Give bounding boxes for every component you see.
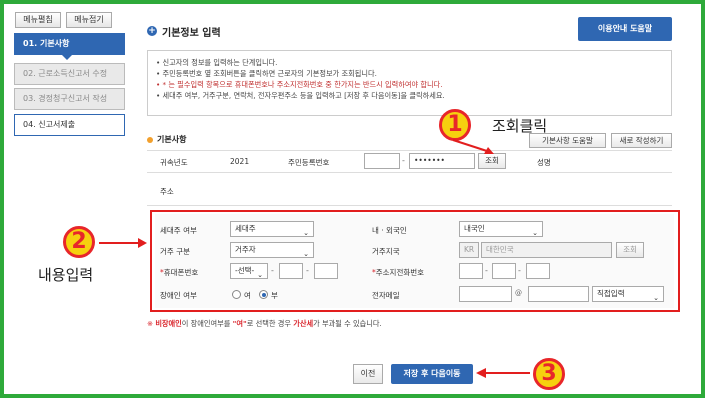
annotation-content-input: 내용입력 xyxy=(38,266,94,284)
mobile-label: *휴대폰번호 xyxy=(160,268,199,277)
mobile-dash: - xyxy=(306,266,309,275)
annotation-arrow-3 xyxy=(476,368,530,378)
annotation-step-2: 2 xyxy=(63,226,95,258)
section-subtitle: 기본사항 xyxy=(157,135,187,144)
email-domain-input[interactable] xyxy=(528,286,589,302)
disabled-no-radio[interactable] xyxy=(259,290,268,299)
ssn-label: 주민등록번호 xyxy=(288,158,330,167)
mobile-dash: - xyxy=(271,266,274,275)
page-title: 기본정보 입력 xyxy=(162,28,221,39)
ssn-dash: - xyxy=(402,156,405,165)
country-label: 거주지국 xyxy=(372,247,400,256)
chevron-down-icon: ⌄ xyxy=(653,294,659,302)
householder-label: 세대주 여부 xyxy=(160,226,197,235)
warning-note: ※ 비장애인이 장애인여부를 "여"로 선택한 경우 가산세가 부과될 수 있습… xyxy=(147,319,382,328)
phone-label: *주소지전화번호 xyxy=(372,268,425,277)
row-divider xyxy=(147,150,672,151)
nav-item-submit[interactable]: 04. 신고서제출 xyxy=(14,114,125,136)
nationality-label: 내 · 외국인 xyxy=(372,226,407,235)
chevron-down-icon: ⌄ xyxy=(257,271,263,279)
year-value: 2021 xyxy=(230,157,250,166)
phone-dash: - xyxy=(518,266,521,275)
email-label: 전자메일 xyxy=(372,291,400,300)
name-label: 성명 xyxy=(537,158,551,167)
nav-item-basic[interactable]: 01. 기본사항 xyxy=(14,33,125,55)
disabled-yes-radio[interactable] xyxy=(232,290,241,299)
phone-mid-input[interactable] xyxy=(492,263,516,279)
email-at: @ xyxy=(515,289,522,297)
bullet-icon xyxy=(147,137,153,143)
email-id-input[interactable] xyxy=(459,286,512,302)
disabled-no-label: 부 xyxy=(271,291,278,300)
annotation-step-3: 3 xyxy=(533,358,565,390)
year-label: 귀속년도 xyxy=(160,158,188,167)
country-name-input: 대한민국 xyxy=(481,242,612,258)
info-line: • 주민등록번호 옆 조회버튼을 클릭하면 근로자의 기본정보가 조회됩니다. xyxy=(156,69,377,78)
address-label: 주소 xyxy=(160,187,174,196)
info-line: • 세대주 여부, 거주구분, 연락처, 전자우편주소 등을 입력하고 [저장 … xyxy=(156,91,445,100)
menu-collapse-button[interactable]: 메뉴접기 xyxy=(66,12,112,28)
residence-label: 거주 구분 xyxy=(160,247,190,256)
chevron-down-icon: ⌄ xyxy=(303,250,309,258)
country-code-input: KR xyxy=(459,242,479,258)
householder-select[interactable]: 세대주 ⌄ xyxy=(230,221,314,237)
mobile-prefix-select[interactable]: -선택- ⌄ xyxy=(230,263,268,279)
residence-select[interactable]: 거주자 ⌄ xyxy=(230,242,314,258)
active-caret-icon xyxy=(62,55,72,60)
plus-circle-icon: + xyxy=(147,26,157,36)
usage-help-button[interactable]: 이용안내 도움말 xyxy=(578,17,672,41)
save-next-button[interactable]: 저장 후 다음이동 xyxy=(391,364,473,384)
row-divider xyxy=(147,172,672,173)
disabled-yes-label: 여 xyxy=(244,291,251,300)
nav-item-correction-claim[interactable]: 03. 경정청구신고서 작성 xyxy=(14,88,125,110)
menu-expand-button[interactable]: 메뉴펼침 xyxy=(15,12,61,28)
email-domain-select[interactable]: 직접입력 ⌄ xyxy=(592,286,664,302)
annotation-arrow-2 xyxy=(99,238,147,248)
row-divider xyxy=(147,205,672,206)
new-write-button[interactable]: 새로 작성하기 xyxy=(611,133,672,148)
annotation-step-1: 1 xyxy=(439,109,471,141)
mobile-mid-input[interactable] xyxy=(279,263,303,279)
phone-area-input[interactable] xyxy=(459,263,483,279)
ssn-front-input[interactable] xyxy=(364,153,400,169)
nationality-select[interactable]: 내국인 ⌄ xyxy=(459,221,543,237)
info-line: • 신고자의 정보를 입력하는 단계입니다. xyxy=(156,58,278,67)
annotation-arrow-1 xyxy=(452,139,494,154)
info-box: • 신고자의 정보를 입력하는 단계입니다. • 주민등록번호 옆 조회버튼을 … xyxy=(147,50,672,116)
nav-item-income-report-edit[interactable]: 02. 근로소득신고서 수정 xyxy=(14,63,125,85)
annotation-lookup-click: 조회클릭 xyxy=(492,117,548,135)
phone-last-input[interactable] xyxy=(526,263,550,279)
country-lookup-button[interactable]: 조회 xyxy=(616,242,644,258)
prev-button[interactable]: 이전 xyxy=(353,364,383,384)
chevron-down-icon: ⌄ xyxy=(532,229,538,237)
disabled-label: 장애인 여부 xyxy=(160,291,197,300)
phone-dash: - xyxy=(485,266,488,275)
info-line: • * 는 필수입력 항목으로 휴대폰번호나 주소지전화번호 중 한가지는 반드… xyxy=(156,80,443,89)
mobile-last-input[interactable] xyxy=(314,263,338,279)
chevron-down-icon: ⌄ xyxy=(303,229,309,237)
